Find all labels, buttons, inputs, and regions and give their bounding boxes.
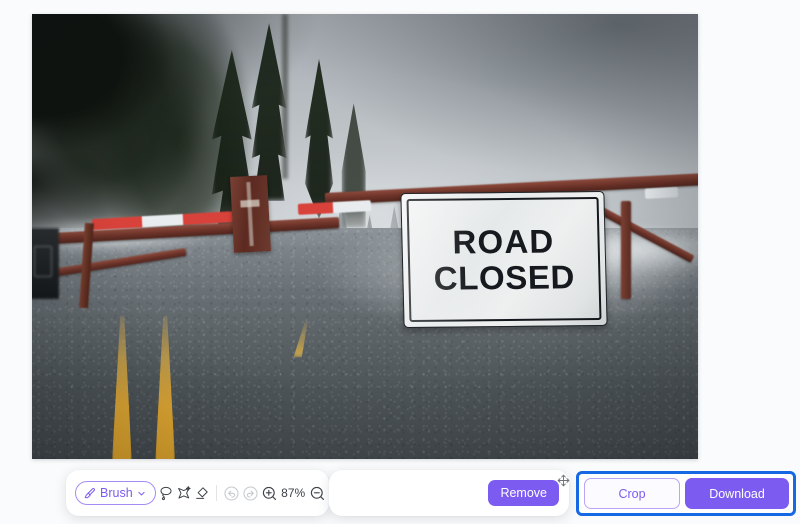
gate-latch-block <box>229 175 272 253</box>
lasso-icon <box>158 485 174 501</box>
lasso-tool[interactable] <box>158 480 174 506</box>
eraser-tool[interactable] <box>194 480 210 506</box>
editor-toolbar: Brush 87% <box>66 470 351 516</box>
selected-action-group: Crop Download <box>576 471 796 516</box>
move-icon <box>556 473 571 488</box>
action-bar: Remove <box>329 470 569 516</box>
zoom-in-button[interactable] <box>261 480 278 506</box>
magic-wand-icon <box>176 485 192 501</box>
image-editing-canvas[interactable]: ROAD CLOSED <box>32 14 698 459</box>
gate-post-right <box>621 200 632 299</box>
zoom-out-icon <box>309 485 326 502</box>
sign-text-line-1: ROAD <box>452 222 556 261</box>
zoom-in-icon <box>261 485 278 502</box>
road-closed-sign: ROAD CLOSED <box>400 190 608 329</box>
redo-icon <box>242 485 259 502</box>
chevron-down-icon <box>137 489 146 498</box>
photo-road-closed: ROAD CLOSED <box>32 14 698 459</box>
magic-select-tool[interactable] <box>176 480 192 506</box>
brush-tool-label: Brush <box>100 486 133 500</box>
eraser-icon <box>194 485 210 501</box>
brush-icon <box>83 487 96 500</box>
zoom-level-label: 87% <box>281 486 306 500</box>
crop-button[interactable]: Crop <box>584 478 680 509</box>
zoom-out-button[interactable] <box>309 480 326 506</box>
brush-tool-chip[interactable]: Brush <box>75 481 156 505</box>
move-handle[interactable] <box>553 470 573 490</box>
bare-trunk <box>281 14 288 179</box>
sign-text-line-2: CLOSED <box>433 257 576 297</box>
remove-button[interactable]: Remove <box>488 480 559 506</box>
toolbar-divider <box>215 485 217 501</box>
gate-control-box <box>32 227 59 299</box>
undo-button[interactable] <box>223 480 240 506</box>
redo-button[interactable] <box>242 480 259 506</box>
undo-icon <box>223 485 240 502</box>
download-button[interactable]: Download <box>685 478 789 509</box>
